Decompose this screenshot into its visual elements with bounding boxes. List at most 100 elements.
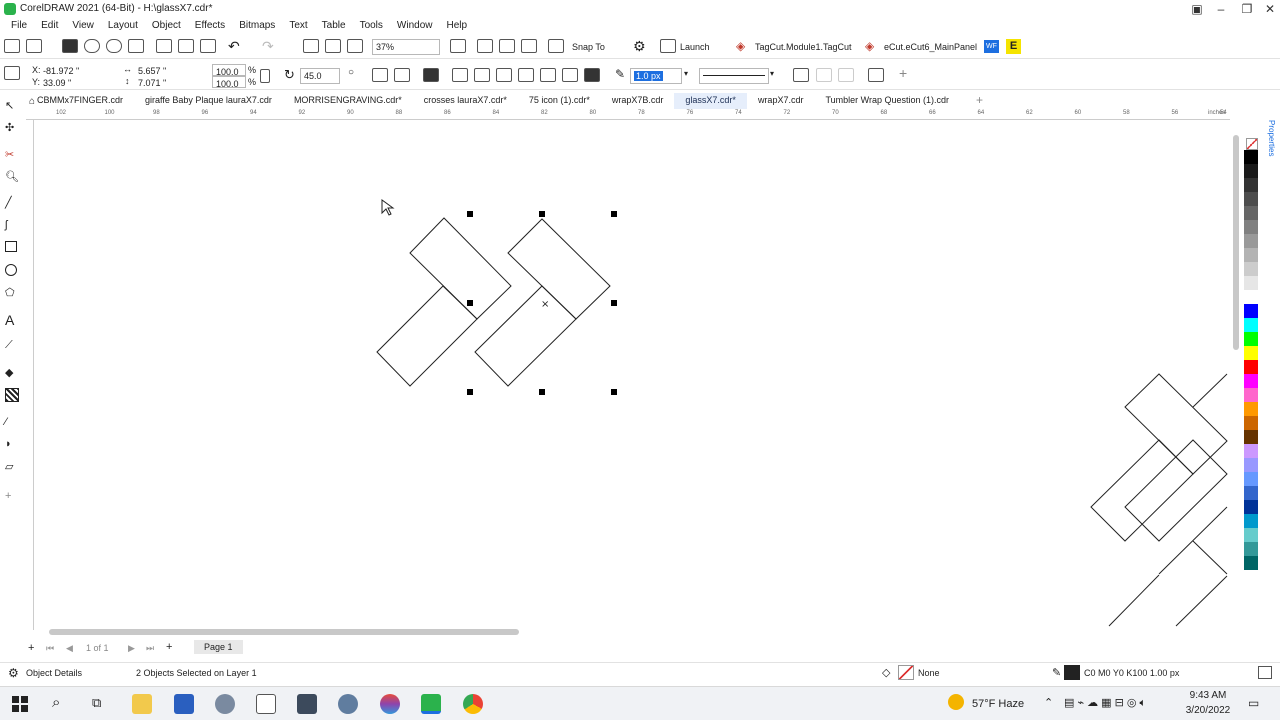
front-minus-back-icon[interactable] [540, 68, 556, 82]
coreldraw-taskbar-icon[interactable] [421, 694, 441, 714]
height-field[interactable]: 7.071 " [135, 76, 207, 88]
cloud-download-icon[interactable] [84, 39, 100, 53]
mirror-horizontal-icon[interactable] [372, 68, 388, 82]
weld-icon[interactable] [452, 68, 468, 82]
color-swatch[interactable] [1244, 164, 1258, 178]
page-tab[interactable]: Page 1 [194, 640, 243, 654]
color-swatch[interactable] [1244, 332, 1258, 346]
color-swatch[interactable] [1244, 500, 1258, 514]
no-color-swatch[interactable] [1246, 138, 1258, 150]
color-swatch[interactable] [1244, 290, 1258, 304]
color-swatch[interactable] [1244, 514, 1258, 528]
document-tab[interactable]: 75 icon (1).cdr* [518, 93, 601, 109]
fill-swatch[interactable] [898, 665, 914, 680]
paste-icon[interactable] [200, 39, 216, 53]
new-document-icon[interactable] [4, 39, 20, 53]
undo-icon[interactable]: ↶ [228, 38, 240, 55]
color-swatch[interactable] [1244, 248, 1258, 262]
menu-item-object[interactable]: Object [145, 18, 188, 35]
color-swatch[interactable] [1244, 346, 1258, 360]
add-page-after-icon[interactable]: + [166, 641, 172, 653]
chevron-down-icon[interactable]: ▾ [770, 69, 774, 78]
ecut-icon[interactable]: ◈ [865, 39, 874, 53]
ellipse-tool-icon[interactable] [5, 264, 17, 276]
cloud-upload-icon[interactable] [106, 39, 122, 53]
chrome-icon[interactable] [463, 694, 483, 714]
chevron-up-icon[interactable]: ⌃ [1044, 696, 1053, 709]
text-tool-icon[interactable]: A [5, 312, 19, 328]
color-swatch[interactable] [1244, 444, 1258, 458]
menu-item-file[interactable]: File [4, 18, 34, 35]
copy-icon[interactable] [178, 39, 194, 53]
save-icon[interactable] [62, 39, 78, 53]
horizontal-scrollbar[interactable] [35, 627, 1235, 637]
tray-icons[interactable]: ▤ ⌁ ☁ ▦ ⊟ ◎ 🔈︎ [1064, 696, 1146, 710]
weather-text[interactable]: 57°F Haze [972, 698, 1024, 710]
simplify-icon[interactable] [518, 68, 534, 82]
color-swatch[interactable] [1244, 430, 1258, 444]
menu-item-layout[interactable]: Layout [101, 18, 145, 35]
scale-y-field[interactable]: 100.0 [212, 76, 246, 89]
color-swatch[interactable] [1244, 234, 1258, 248]
menu-item-window[interactable]: Window [390, 18, 440, 35]
color-swatch[interactable] [1244, 206, 1258, 220]
add-tool-icon[interactable]: + [5, 490, 19, 504]
document-tab[interactable]: giraffe Baby Plaque lauraX7.cdr [134, 93, 283, 109]
color-swatch[interactable] [1244, 556, 1258, 570]
launch-icon[interactable] [660, 39, 676, 53]
back-minus-front-icon[interactable] [562, 68, 578, 82]
align-distribute-icon[interactable] [868, 68, 884, 82]
wrap-text-icon[interactable] [816, 68, 832, 82]
x-position-field[interactable]: -81.972 " [40, 64, 112, 76]
app-icon[interactable] [174, 694, 194, 714]
menu-item-edit[interactable]: Edit [34, 18, 65, 35]
crop-tool-icon[interactable]: ✂ [5, 148, 19, 162]
document-tab[interactable]: crosses lauraX7.cdr* [413, 93, 518, 109]
options-gear-icon[interactable]: ⚙ [633, 38, 646, 55]
polygon-tool-icon[interactable]: ⬠ [5, 286, 19, 300]
object-origin-icon[interactable] [4, 66, 20, 80]
color-swatch[interactable] [1244, 416, 1258, 430]
tagcut-icon[interactable]: ◈ [736, 39, 745, 53]
color-swatch[interactable] [1244, 374, 1258, 388]
outline-swatch[interactable] [1064, 665, 1080, 680]
home-icon[interactable]: ⌂ [29, 96, 35, 107]
combine-icon[interactable] [423, 68, 439, 82]
fill-bucket-icon[interactable]: ◗ [5, 438, 19, 452]
clock-time[interactable]: 9:43 AM [1186, 690, 1230, 701]
menu-item-effects[interactable]: Effects [188, 18, 232, 35]
color-swatch[interactable] [1244, 486, 1258, 500]
freehand-tool-icon[interactable]: ╱ [5, 196, 19, 210]
object-details-label[interactable]: Object Details [26, 668, 82, 678]
ecut-panel-button[interactable]: eCut.eCut6_MainPanel [884, 42, 977, 52]
menu-item-text[interactable]: Text [282, 18, 314, 35]
windows-start-icon[interactable] [12, 696, 28, 712]
convert-to-curves-icon[interactable] [793, 68, 809, 82]
rulers-icon[interactable] [477, 39, 493, 53]
color-swatch[interactable] [1244, 360, 1258, 374]
menu-item-table[interactable]: Table [315, 18, 353, 35]
color-swatch[interactable] [1244, 318, 1258, 332]
document-tab[interactable]: MORRISENGRAVING.cdr* [283, 93, 413, 109]
document-tab[interactable]: CBMMx7FINGER.cdr [26, 93, 134, 109]
app-icon[interactable] [297, 694, 317, 714]
color-swatch[interactable] [1244, 304, 1258, 318]
file-explorer-icon[interactable] [132, 694, 152, 714]
export-icon[interactable] [325, 39, 341, 53]
color-swatch[interactable] [1244, 402, 1258, 416]
search-icon[interactable]: ⌕ [52, 694, 60, 711]
quick-trace-icon[interactable] [838, 68, 854, 82]
transparency-tool-icon[interactable] [5, 388, 19, 402]
color-swatch[interactable] [1244, 458, 1258, 472]
properties-docker-tab[interactable]: Properties [1262, 120, 1276, 180]
app-icon[interactable] [215, 694, 235, 714]
zoom-level-dropdown[interactable]: 37% [372, 39, 440, 55]
next-page-icon[interactable]: ▶ [128, 643, 135, 654]
menu-item-view[interactable]: View [65, 18, 101, 35]
width-field[interactable]: 5.657 " [135, 64, 207, 76]
import-icon[interactable] [303, 39, 319, 53]
y-position-field[interactable]: 33.09 " [40, 76, 112, 88]
gear-icon[interactable]: ⚙ [8, 666, 19, 680]
horizontal-ruler[interactable]: 102 100 98 96 94 92 90 88 86 84 82 80 78 76 74 72 70 68 66… [26, 110, 1230, 120]
print-icon[interactable] [128, 39, 144, 53]
